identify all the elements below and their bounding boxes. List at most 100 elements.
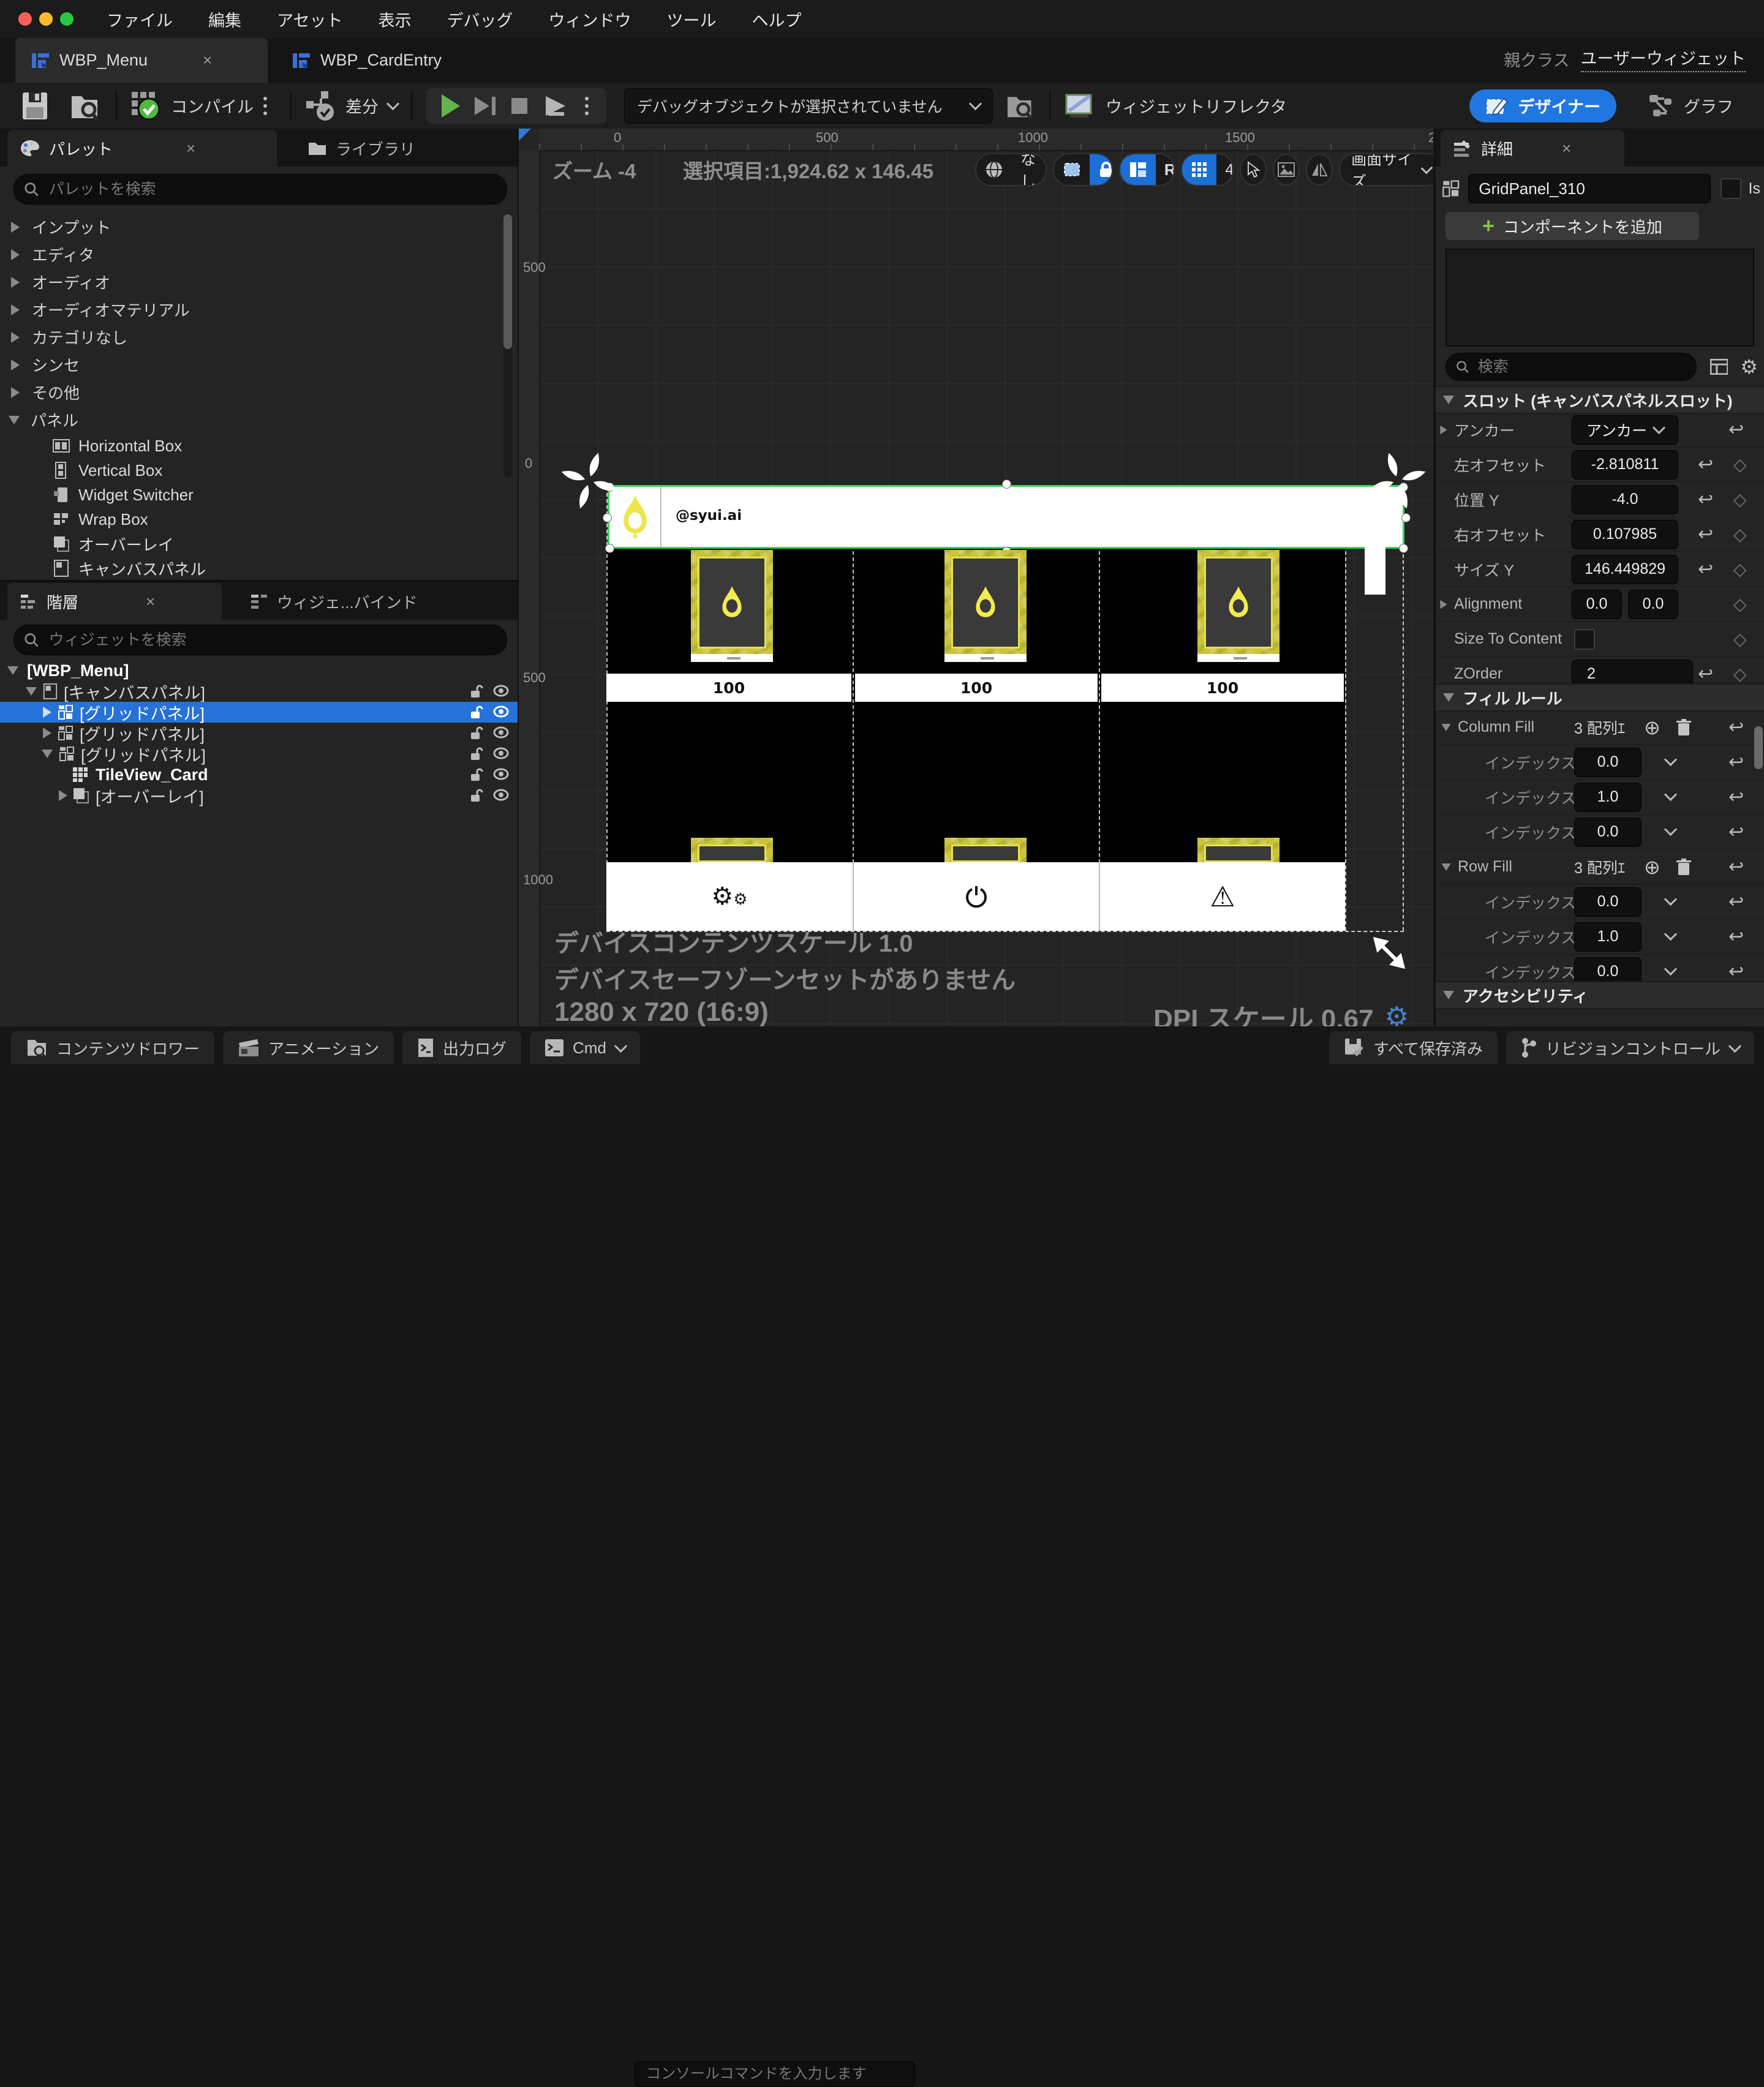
index-value-input[interactable]: 1.0	[1574, 782, 1642, 812]
reset-icon[interactable]: ↩	[1728, 786, 1744, 808]
trash-icon[interactable]	[1676, 858, 1692, 876]
close-window-button[interactable]	[18, 12, 32, 26]
menu-tools[interactable]: ツール	[666, 7, 716, 31]
details-search-input[interactable]	[1476, 357, 1686, 377]
compile-options-kebab-icon[interactable]	[263, 103, 267, 108]
resize-handle[interactable]	[1399, 544, 1408, 553]
slot-section-header[interactable]: スロット (キャンバスパネルスロット)	[1436, 386, 1764, 414]
palette-category-panel[interactable]: パネル	[0, 406, 502, 434]
reset-icon[interactable]: ↩	[1698, 558, 1713, 580]
visibility-eye-icon[interactable]	[493, 746, 509, 760]
selection-lock-toggle[interactable]	[1053, 153, 1113, 186]
dpi-settings-gear-icon[interactable]: ⚙	[1385, 1001, 1409, 1027]
left-offset-input[interactable]: -2.810811	[1572, 449, 1678, 479]
lock-open-icon[interactable]	[470, 684, 483, 699]
resize-handle[interactable]	[605, 544, 614, 553]
save-status-button[interactable]: すべて保存済み	[1329, 1031, 1498, 1064]
menu-file[interactable]: ファイル	[107, 7, 173, 31]
lock-open-icon[interactable]	[470, 767, 483, 782]
flip-preview-button[interactable]	[1306, 154, 1333, 186]
reset-icon[interactable]: ↩	[1698, 489, 1713, 510]
index-value-input[interactable]: 0.0	[1574, 887, 1642, 917]
menu-help[interactable]: ヘルプ	[752, 7, 801, 31]
widget-reflector-button[interactable]: ウィジェットリフレクタ	[1064, 92, 1287, 119]
chevron-down-icon[interactable]	[1664, 962, 1678, 976]
save-icon[interactable]	[21, 91, 48, 121]
resize-handle[interactable]	[1002, 479, 1011, 489]
minimize-window-button[interactable]	[39, 12, 53, 26]
palette-item-canvas-panel[interactable]: キャンバスパネル	[0, 556, 502, 581]
play-options-kebab-icon[interactable]	[585, 103, 589, 108]
trash-icon[interactable]	[1676, 718, 1692, 737]
tree-row-grid-panel-2[interactable]: [グリッドパネル]	[0, 723, 518, 744]
close-tab-icon[interactable]: ×	[186, 139, 195, 158]
tree-row-wbp-menu[interactable]: [WBP_Menu]	[0, 660, 518, 681]
details-search[interactable]	[1446, 353, 1697, 381]
close-tab-icon[interactable]: ×	[146, 592, 155, 611]
visibility-eye-icon[interactable]	[493, 788, 509, 802]
palette-category-editor[interactable]: エディタ	[0, 241, 502, 268]
index-value-input[interactable]: 0.0	[1574, 817, 1642, 847]
is-variable-checkbox[interactable]	[1721, 178, 1741, 199]
widget-outline-toggle[interactable]: R	[1118, 153, 1175, 186]
cmd-dropdown[interactable]: Cmd	[530, 1031, 640, 1064]
menu-edit[interactable]: 編集	[208, 7, 241, 31]
anchor-dropdown[interactable]: アンカー	[1572, 415, 1678, 445]
reset-icon[interactable]: ↩	[1728, 961, 1744, 982]
diff-button[interactable]: 差分	[305, 90, 400, 122]
resize-handle[interactable]	[603, 513, 612, 522]
card-tile[interactable]	[1197, 550, 1280, 662]
compile-button[interactable]: コンパイル	[130, 91, 254, 121]
right-offset-input[interactable]: 0.107985	[1572, 519, 1678, 549]
anchor-medallion-icon[interactable]	[1364, 447, 1431, 514]
chevron-down-icon[interactable]	[1664, 892, 1678, 906]
close-tab-icon[interactable]: ×	[203, 51, 212, 70]
alignment-y-input[interactable]: 0.0	[1628, 589, 1678, 619]
reset-icon[interactable]: ↩	[1728, 891, 1744, 912]
maximize-window-button[interactable]	[60, 12, 74, 26]
console-command-input[interactable]	[635, 2061, 915, 2087]
menu-window[interactable]: ウィンドウ	[548, 7, 631, 31]
animation-button[interactable]: アニメーション	[223, 1031, 394, 1064]
content-drawer-button[interactable]: コンテンツドロワー	[11, 1031, 215, 1064]
cursor-tool-button[interactable]	[1240, 154, 1267, 186]
browse-content-icon[interactable]	[70, 91, 102, 121]
reset-icon[interactable]: ↩	[1698, 454, 1713, 475]
add-component-button[interactable]: + コンポーネントを追加	[1446, 212, 1699, 240]
debug-object-dropdown[interactable]: デバッグオブジェクトが選択されていません	[624, 88, 993, 124]
palette-item-wrap-box[interactable]: Wrap Box	[0, 507, 502, 532]
tab-hierarchy[interactable]: 階層 ×	[7, 583, 222, 620]
bind-diamond-icon[interactable]: ◇	[1733, 629, 1747, 649]
hierarchy-search[interactable]	[13, 625, 507, 655]
palette-category-synth[interactable]: シンセ	[0, 351, 502, 378]
alignment-x-input[interactable]: 0.0	[1572, 589, 1622, 619]
reset-icon[interactable]: ↩	[1728, 419, 1744, 440]
fill-rules-section-header[interactable]: フィル ルール	[1436, 683, 1764, 712]
frame-skip-icon[interactable]	[475, 96, 496, 115]
size-to-content-checkbox[interactable]	[1574, 628, 1595, 650]
palette-category-uncategorized[interactable]: カテゴリなし	[0, 323, 502, 351]
revision-control-button[interactable]: リビジョンコントロール	[1506, 1031, 1754, 1064]
stop-icon[interactable]	[511, 97, 527, 114]
lock-open-icon[interactable]	[470, 746, 483, 761]
lock-open-icon[interactable]	[470, 788, 483, 803]
output-log-button[interactable]: 出力ログ	[402, 1031, 521, 1064]
display-filter-icon[interactable]	[1709, 359, 1728, 375]
palette-item-vertical-box[interactable]: Vertical Box	[0, 458, 502, 483]
hierarchy-search-input[interactable]	[47, 630, 497, 650]
visibility-eye-icon[interactable]	[493, 684, 509, 698]
bind-diamond-icon[interactable]: ◇	[1733, 594, 1747, 614]
index-value-input[interactable]: 0.0	[1574, 747, 1642, 777]
reset-icon[interactable]: ↩	[1698, 663, 1713, 685]
close-tab-icon[interactable]: ×	[1562, 139, 1571, 158]
tree-row-grid-panel-3[interactable]: [グリッドパネル]	[0, 743, 518, 765]
add-element-icon[interactable]: ⊕	[1644, 855, 1660, 879]
reset-icon[interactable]: ↩	[1728, 751, 1744, 773]
tab-palette[interactable]: パレット ×	[7, 130, 277, 167]
palette-scrollbar[interactable]	[503, 214, 512, 478]
tree-row-overlay[interactable]: [オーバーレイ]	[0, 785, 518, 807]
tree-row-canvas-panel[interactable]: [キャンバスパネル]	[0, 681, 518, 702]
palette-search-input[interactable]	[47, 179, 497, 199]
browse-debug-icon[interactable]	[1006, 92, 1036, 119]
settings-cell[interactable]: ⚙⚙	[606, 862, 854, 931]
